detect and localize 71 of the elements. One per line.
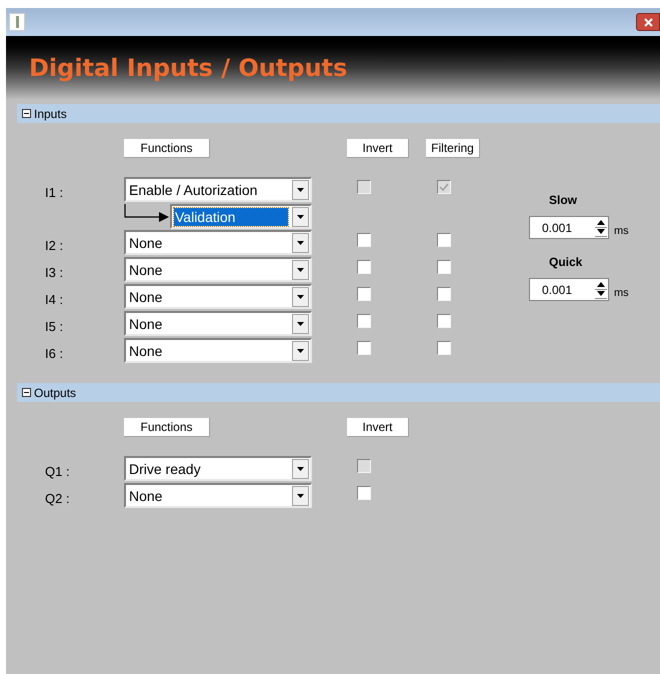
collapse-icon xyxy=(22,109,31,118)
spinner-arrows-icon xyxy=(594,280,608,299)
checkbox[interactable] xyxy=(357,260,371,274)
filter-label: Quick xyxy=(548,254,584,271)
column-header: Functions xyxy=(124,418,210,437)
checkbox[interactable] xyxy=(357,233,371,247)
section-title: Outputs xyxy=(34,384,76,402)
caret-icon xyxy=(297,294,304,298)
caret-icon xyxy=(297,466,304,470)
time-spinbox[interactable]: 0.001 xyxy=(529,216,609,239)
checkbox[interactable] xyxy=(357,314,371,328)
dropdown-arrow-button[interactable] xyxy=(292,260,309,280)
function-dropdown[interactable]: Validation xyxy=(170,204,312,229)
checkbox[interactable] xyxy=(437,260,451,274)
section-header[interactable]: Outputs xyxy=(17,383,660,402)
caret-icon xyxy=(297,240,304,244)
column-header: Invert xyxy=(347,139,409,158)
collapse-icon xyxy=(22,388,31,397)
input-label: I5 : xyxy=(44,318,64,336)
section-title: Inputs xyxy=(34,106,67,122)
caret-icon xyxy=(297,188,304,192)
checkbox[interactable] xyxy=(437,341,451,355)
function-dropdown[interactable]: None xyxy=(124,230,312,255)
dropdown-arrow-button[interactable] xyxy=(292,458,309,478)
arrow-icon xyxy=(124,204,170,224)
dropdown-arrow-button[interactable] xyxy=(292,486,309,506)
unit-label: ms xyxy=(614,224,629,238)
time-spinbox[interactable]: 0.001 xyxy=(529,278,609,301)
caret-icon xyxy=(297,322,304,326)
column-header: Functions xyxy=(124,139,210,158)
checkbox[interactable] xyxy=(437,233,451,247)
function-dropdown[interactable]: None xyxy=(124,257,312,282)
dropdown-arrow-button[interactable] xyxy=(292,180,309,200)
caret-icon xyxy=(297,494,304,498)
input-label: I1 : xyxy=(44,184,64,202)
input-label: I4 : xyxy=(44,291,64,309)
filter-label: Slow xyxy=(548,192,578,209)
input-label: I6 : xyxy=(44,345,64,363)
close-button[interactable] xyxy=(636,13,660,31)
dropdown-arrow-button[interactable] xyxy=(292,206,309,226)
dropdown-arrow-button[interactable] xyxy=(292,314,309,334)
dropdown-arrow-button[interactable] xyxy=(292,286,309,306)
unit-label: ms xyxy=(614,286,629,300)
column-header: Filtering xyxy=(426,139,480,158)
function-dropdown[interactable]: None xyxy=(124,338,312,363)
checkbox[interactable] xyxy=(437,287,451,301)
function-dropdown[interactable]: None xyxy=(124,311,312,336)
section-header[interactable]: Inputs xyxy=(17,104,660,123)
column-header: Invert xyxy=(347,418,409,437)
function-dropdown[interactable]: None xyxy=(124,483,312,508)
spinner-arrows-icon xyxy=(594,218,608,237)
input-label: I2 : xyxy=(44,237,64,255)
function-dropdown[interactable]: None xyxy=(124,284,312,309)
input-label: Q2 : xyxy=(44,490,71,508)
input-label: Q1 : xyxy=(44,463,71,481)
checkbox[interactable] xyxy=(437,314,451,328)
page-title: Digital Inputs / Outputs xyxy=(29,53,348,84)
function-dropdown[interactable]: Drive ready xyxy=(124,456,312,481)
caret-icon xyxy=(297,214,304,218)
caret-icon xyxy=(297,268,304,272)
dropdown-arrow-button[interactable] xyxy=(292,232,309,252)
app-icon xyxy=(9,13,25,31)
function-dropdown[interactable]: Enable / Autorization xyxy=(124,177,312,202)
input-label: I3 : xyxy=(44,264,64,282)
checkmark-icon xyxy=(439,182,449,192)
checkbox[interactable] xyxy=(357,486,371,500)
checkbox[interactable] xyxy=(357,341,371,355)
checkbox[interactable] xyxy=(357,287,371,301)
caret-icon xyxy=(297,348,304,352)
close-icon xyxy=(644,18,652,26)
dropdown-arrow-button[interactable] xyxy=(292,340,309,360)
